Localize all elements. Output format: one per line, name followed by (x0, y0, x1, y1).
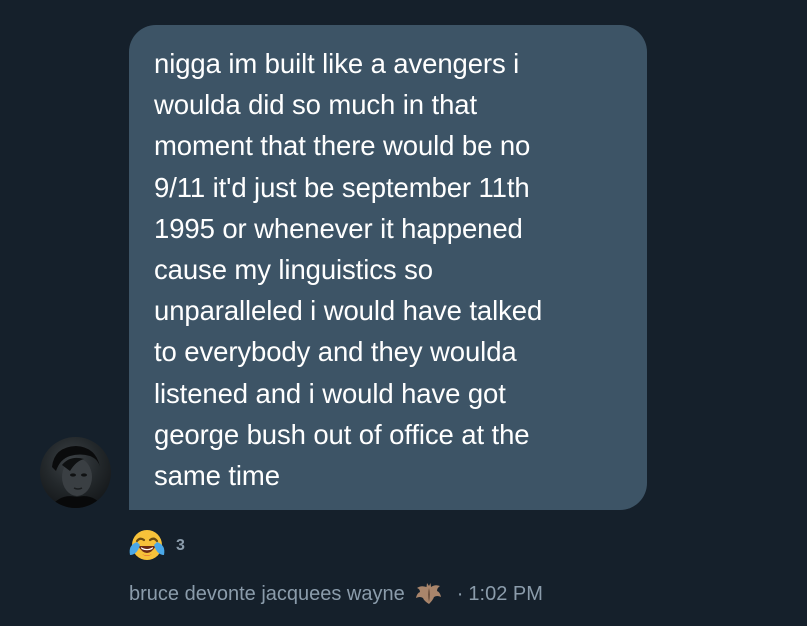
message-text: nigga im built like a avengers i woulda … (154, 43, 627, 496)
bat-icon (415, 583, 441, 604)
message-meta: bruce devonte jacquees wayne · 1:02 PM (129, 580, 543, 608)
message-line: george bush out of office at the (154, 418, 530, 450)
message-line: 9/11 it'd just be september 11th (154, 171, 530, 203)
message-line: listened and i would have got (154, 377, 506, 409)
meta-separator: · (456, 582, 464, 605)
message-line: unparalleled i would have talked (154, 295, 543, 327)
message-bubble: nigga im built like a avengers i woulda … (129, 25, 647, 510)
sender-avatar[interactable] (40, 437, 111, 508)
message-timestamp: 1:02 PM (468, 582, 543, 605)
avatar-photo-icon (50, 446, 104, 508)
message-line: to everybody and they woulda (154, 336, 517, 368)
sender-name[interactable]: bruce devonte jacquees wayne (129, 583, 405, 606)
reaction-button[interactable]: 3 (128, 526, 185, 562)
reaction-count: 3 (176, 537, 185, 554)
message-line: 1995 or whenever it happened (154, 212, 523, 244)
message-line: cause my linguistics so (154, 254, 433, 286)
message-line: moment that there would be no (154, 130, 531, 162)
message-line: nigga im built like a avengers i (154, 48, 520, 79)
face-with-tears-of-joy-icon (129, 530, 165, 560)
message-line: woulda did so much in that (154, 89, 478, 121)
message-line: same time (154, 460, 280, 492)
